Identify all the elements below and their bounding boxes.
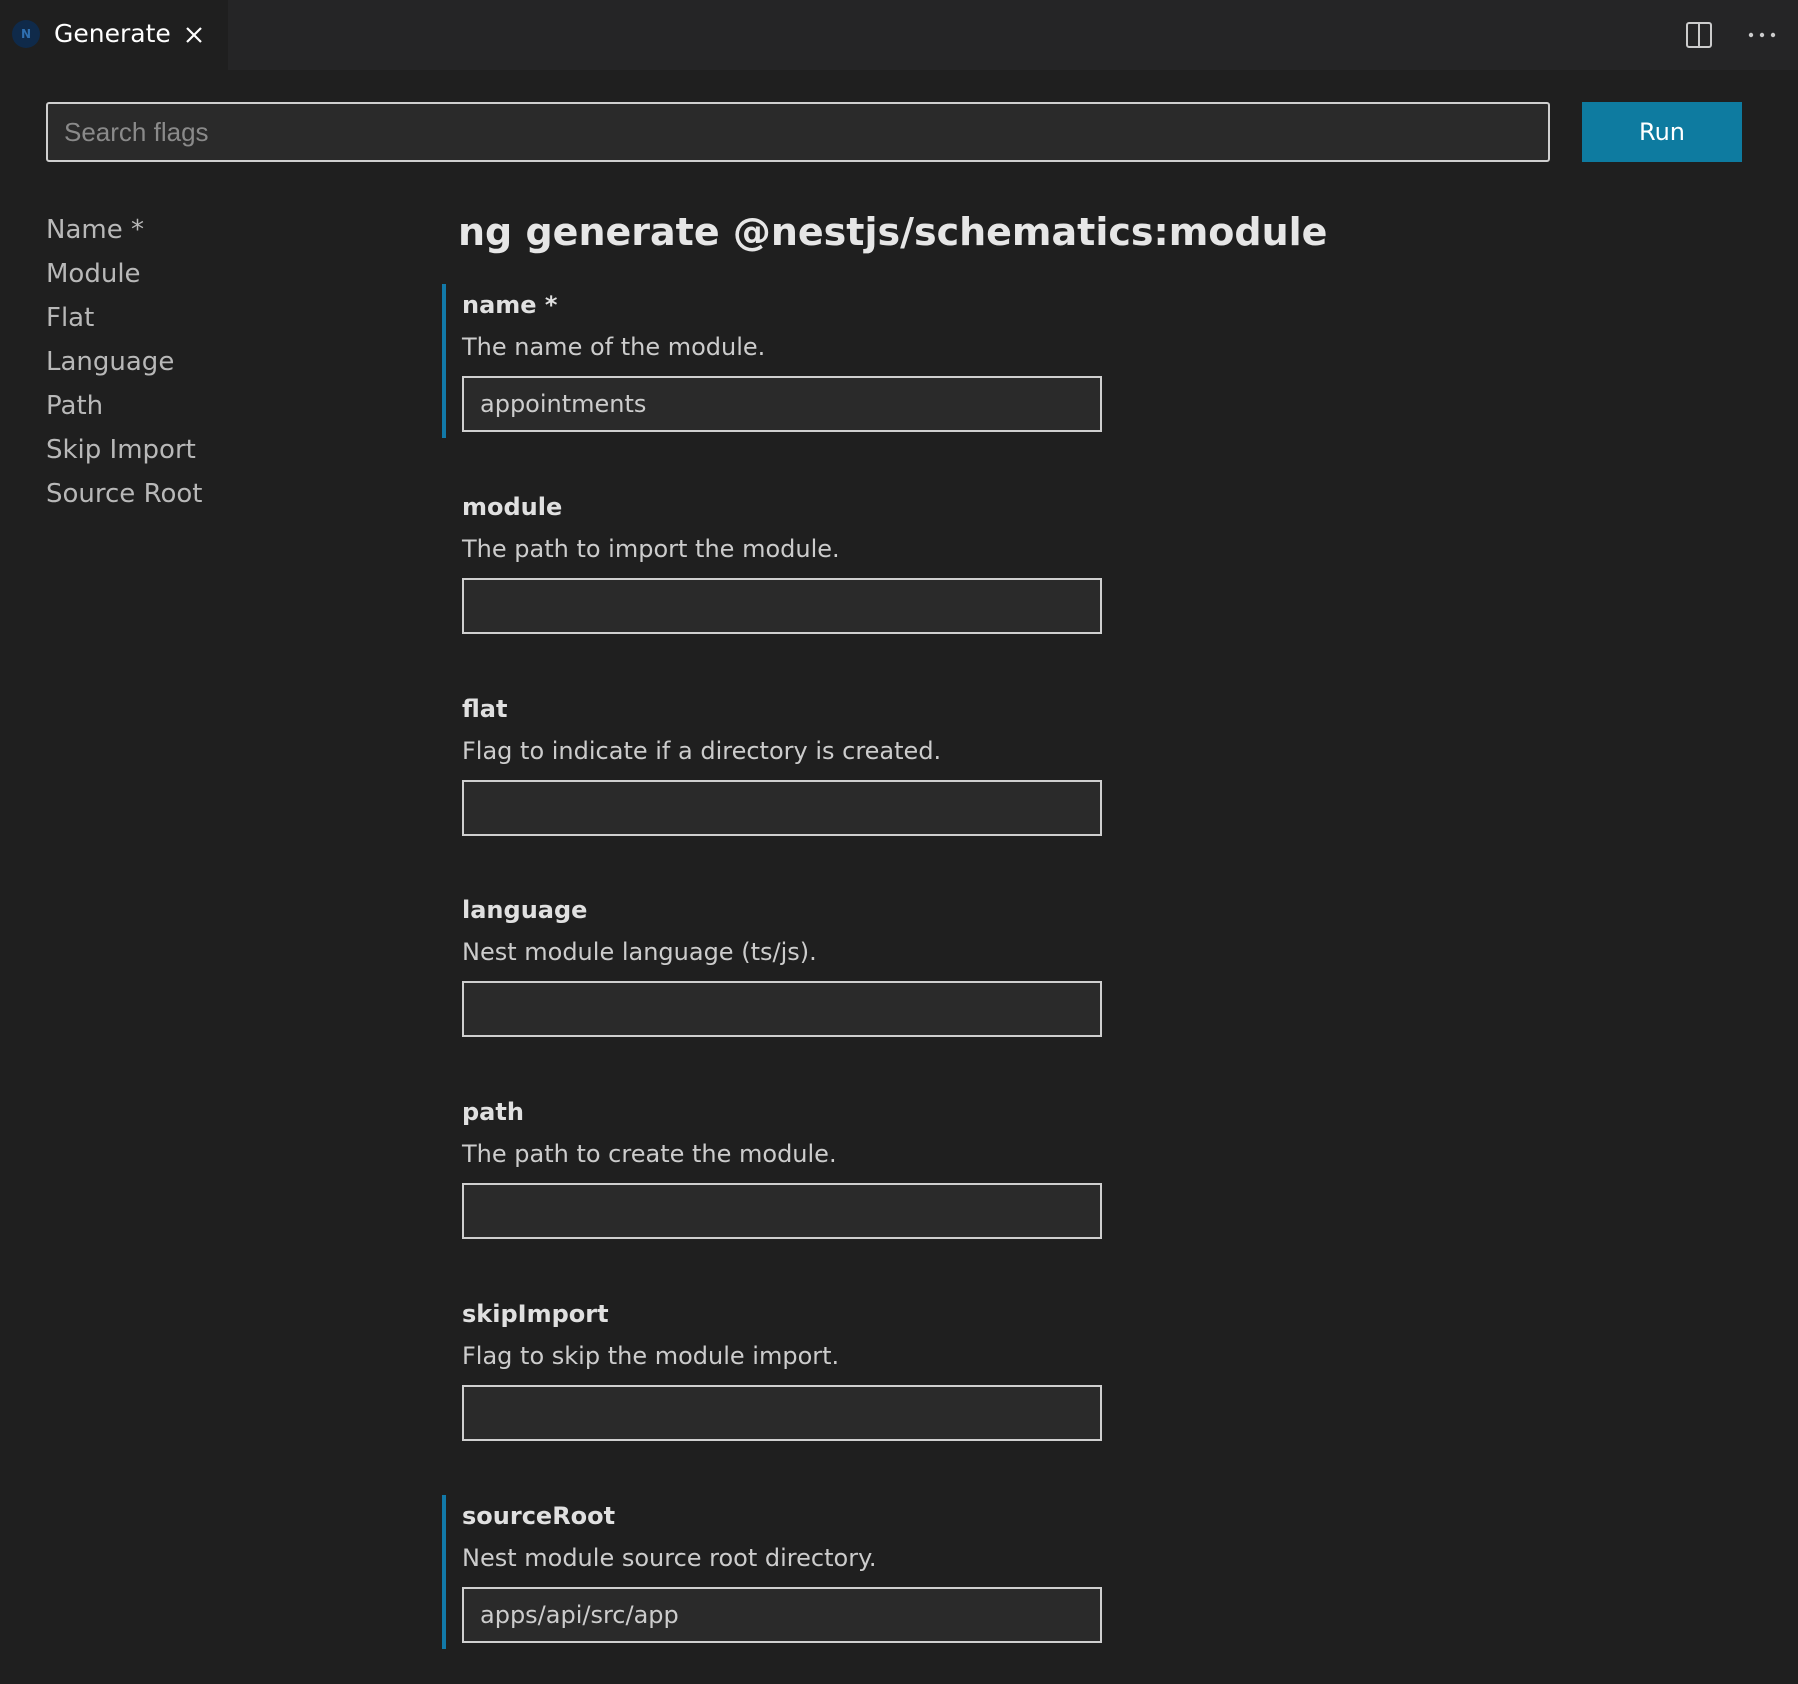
nav-item-name[interactable]: Name * <box>46 208 406 252</box>
module-input[interactable] <box>462 578 1102 634</box>
flag-nav: Name * Module Flat Language Path Skip Im… <box>46 208 406 516</box>
tab-title: Generate <box>54 19 171 48</box>
editor-tab-bar: N Generate <box>0 0 1798 70</box>
flag-description: Flag to indicate if a directory is creat… <box>462 737 942 765</box>
flag-description: Nest module source root directory. <box>462 1544 877 1572</box>
flag-description: Flag to skip the module import. <box>462 1342 840 1370</box>
flag-description: The path to create the module. <box>462 1140 837 1168</box>
nestjs-logo-icon: N <box>12 20 40 48</box>
nav-item-path[interactable]: Path <box>46 384 406 428</box>
flag-label: flat <box>462 695 508 723</box>
flat-input[interactable] <box>462 780 1102 836</box>
flag-description: Nest module language (ts/js). <box>462 938 817 966</box>
flag-label: name * <box>462 291 558 319</box>
flag-label: sourceRoot <box>462 1502 616 1530</box>
nav-item-language[interactable]: Language <box>46 340 406 384</box>
split-editor-icon[interactable] <box>1684 20 1714 50</box>
flag-language: language Nest module language (ts/js). <box>442 889 1122 1043</box>
flag-path: path The path to create the module. <box>442 1091 1122 1245</box>
run-button[interactable]: Run <box>1582 102 1742 162</box>
more-actions-icon[interactable] <box>1746 20 1778 50</box>
name-input[interactable] <box>462 376 1102 432</box>
page-title: ng generate @nestjs/schematics:module <box>458 210 1328 254</box>
nav-item-module[interactable]: Module <box>46 252 406 296</box>
flag-label: skipImport <box>462 1300 609 1328</box>
nav-item-skip-import[interactable]: Skip Import <box>46 428 406 472</box>
tab-generate[interactable]: N Generate <box>0 0 228 70</box>
path-input[interactable] <box>462 1183 1102 1239</box>
close-icon[interactable] <box>180 21 208 49</box>
flag-label: module <box>462 493 563 521</box>
nav-item-source-root[interactable]: Source Root <box>46 472 406 516</box>
source-root-input[interactable] <box>462 1587 1102 1643</box>
flag-module: module The path to import the module. <box>442 486 1122 640</box>
flag-source-root: sourceRoot Nest module source root direc… <box>442 1495 1122 1649</box>
flag-description: The name of the module. <box>462 333 766 361</box>
flag-skip-import: skipImport Flag to skip the module impor… <box>442 1293 1122 1447</box>
language-input[interactable] <box>462 981 1102 1037</box>
flag-label: path <box>462 1098 524 1126</box>
search-flags-input[interactable] <box>46 102 1550 162</box>
skip-import-input[interactable] <box>462 1385 1102 1441</box>
flag-name: name * The name of the module. <box>442 284 1122 438</box>
flag-label: language <box>462 896 588 924</box>
flag-description: The path to import the module. <box>462 535 840 563</box>
nav-item-flat[interactable]: Flat <box>46 296 406 340</box>
flag-flat: flat Flag to indicate if a directory is … <box>442 688 1122 842</box>
